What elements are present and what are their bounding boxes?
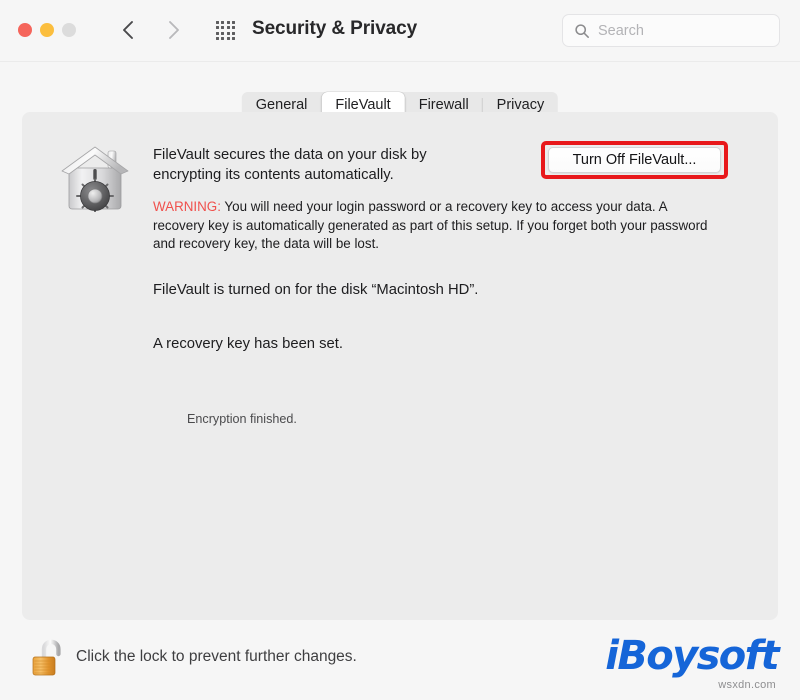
grid-dot	[231, 31, 235, 35]
page-title: Security & Privacy	[252, 18, 418, 39]
forward-chevron-icon[interactable]	[162, 16, 184, 44]
grid-dot	[216, 31, 219, 35]
system-preferences-window: Security & Privacy General FileVault Fir…	[0, 0, 800, 700]
grid-dot	[216, 36, 219, 40]
grid-dot	[231, 36, 235, 40]
grid-dot	[221, 26, 225, 30]
lock-hint-text: Click the lock to prevent further change…	[76, 648, 357, 665]
filevault-panel: FileVault secures the data on your disk …	[22, 112, 778, 620]
grid-dot	[226, 36, 230, 40]
tab-firewall-label: Firewall	[418, 97, 469, 113]
tab-privacy-label: Privacy	[496, 97, 545, 113]
tab-general-label: General	[255, 97, 308, 113]
back-chevron-icon[interactable]	[118, 16, 140, 44]
grid-dot	[231, 26, 235, 30]
grid-dot	[226, 31, 230, 35]
search-field[interactable]	[562, 14, 780, 47]
window-footer: Click the lock to prevent further change…	[0, 628, 800, 700]
watermark-url: wsxdn.com	[718, 679, 776, 691]
grid-dot	[216, 21, 219, 24]
grid-dot	[226, 26, 230, 30]
unlocked-padlock-icon[interactable]	[30, 636, 66, 678]
navigation-arrows	[118, 16, 184, 44]
grid-dot	[216, 26, 219, 30]
filevault-warning-text: WARNING: You will need your login passwo…	[153, 198, 719, 254]
show-all-grid-icon[interactable]	[216, 21, 235, 40]
grid-dot	[226, 21, 230, 24]
search-input[interactable]	[598, 22, 768, 39]
filevault-status-encryption: Encryption finished.	[187, 412, 297, 426]
iboysoft-watermark: iBoysoft wsxdn.com	[578, 633, 779, 696]
minimize-window-button[interactable]	[40, 23, 54, 37]
search-icon	[574, 23, 590, 39]
warning-body: You will need your login password or a r…	[153, 199, 708, 251]
window-traffic-lights	[18, 23, 76, 37]
grid-dot	[221, 36, 225, 40]
filevault-status-disk: FileVault is turned on for the disk “Mac…	[153, 282, 479, 298]
grid-dot	[231, 21, 235, 24]
window-titlebar: Security & Privacy	[0, 0, 800, 62]
filevault-safe-house-icon	[58, 142, 132, 213]
iboysoft-logo-text: iBoysoft	[605, 633, 779, 679]
turn-off-filevault-container: Turn Off FileVault...	[541, 141, 728, 179]
warning-label: WARNING:	[153, 199, 221, 214]
tab-filevault-label: FileVault	[335, 97, 391, 113]
close-window-button[interactable]	[18, 23, 32, 37]
turn-off-filevault-button[interactable]: Turn Off FileVault...	[548, 147, 721, 173]
grid-dot	[221, 31, 225, 35]
filevault-status-recovery-key: A recovery key has been set.	[153, 336, 343, 352]
grid-dot	[221, 21, 225, 24]
filevault-description: FileVault secures the data on your disk …	[153, 147, 427, 183]
zoom-window-button	[62, 23, 76, 37]
